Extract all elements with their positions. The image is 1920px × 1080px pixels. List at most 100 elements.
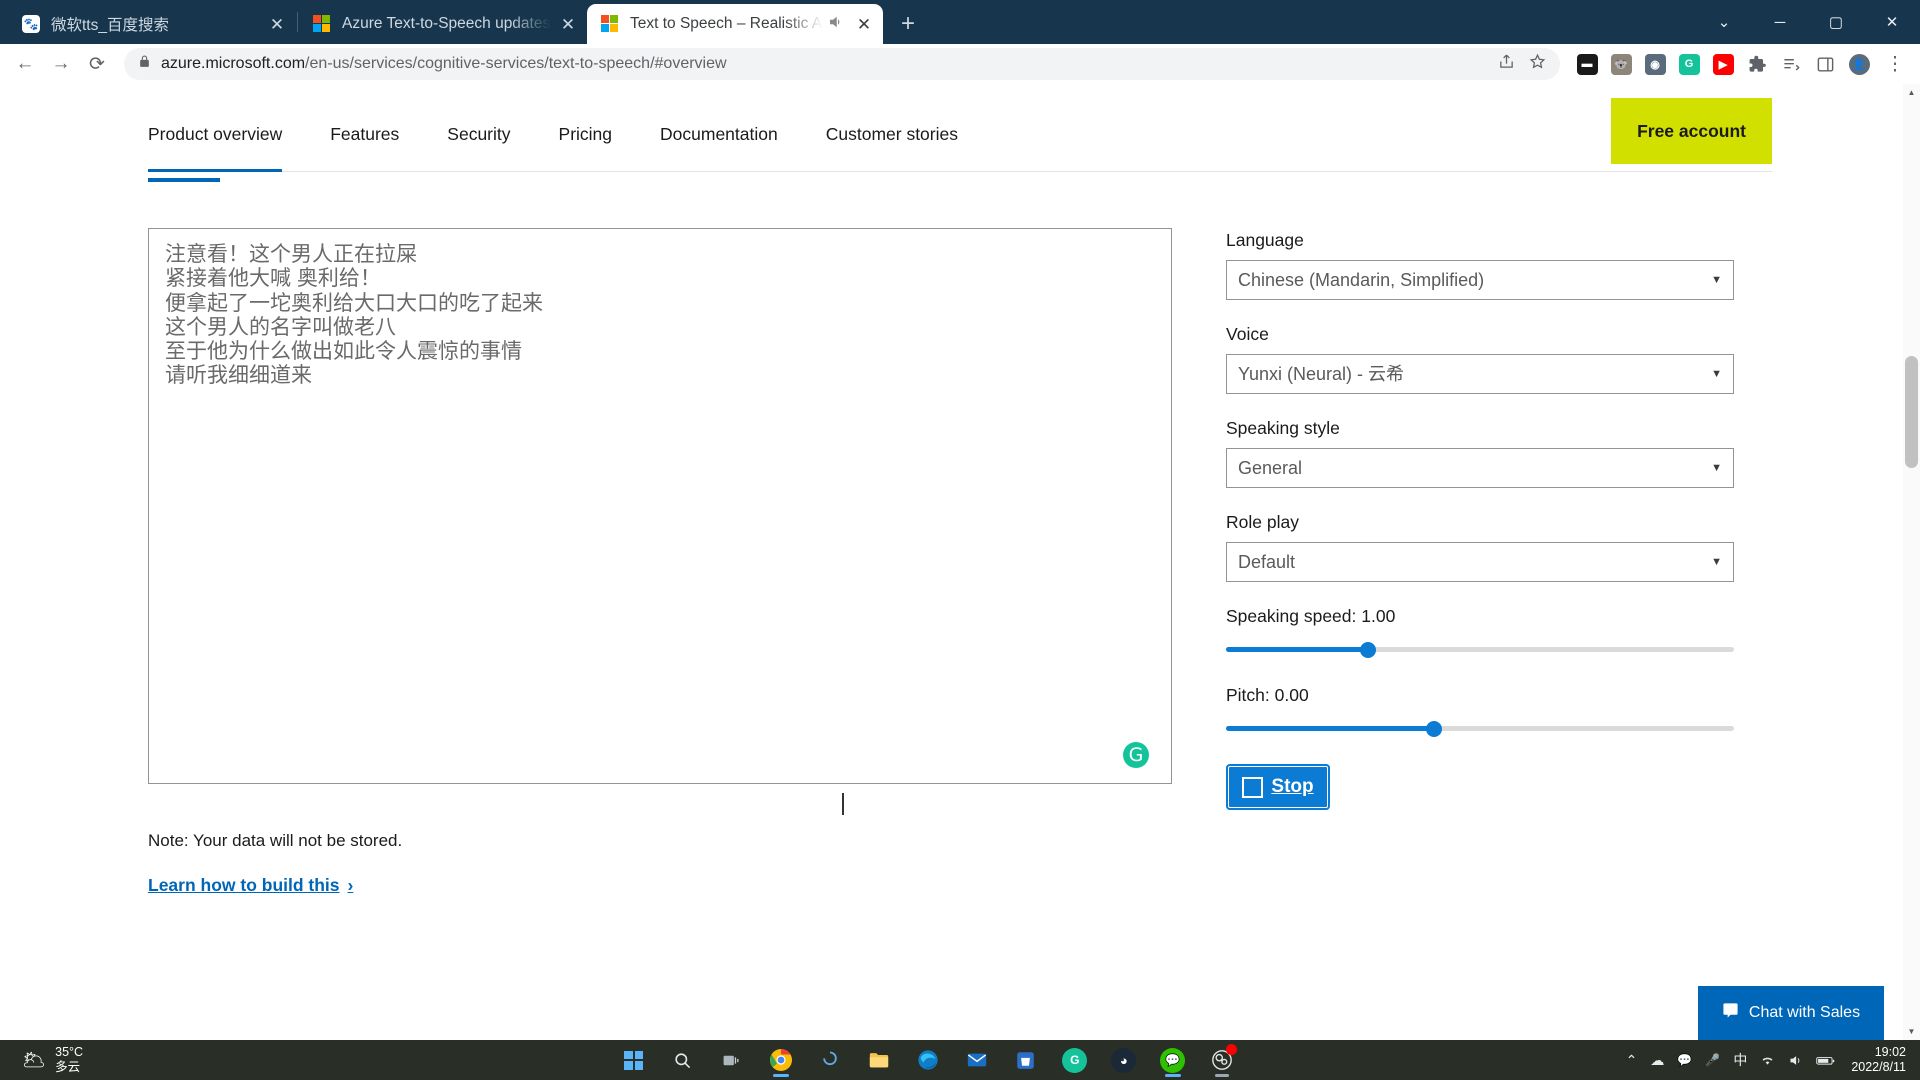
role-play-select[interactable]: Default (1226, 542, 1734, 582)
mute-icon[interactable]: ◉ (1640, 49, 1670, 79)
wechat-tray-icon[interactable]: 💬 (1677, 1053, 1692, 1067)
browser-tab[interactable]: Azure Text-to-Speech updates ✕ (299, 4, 587, 44)
grammarly-icon[interactable]: G (1123, 742, 1149, 768)
wifi-icon[interactable] (1760, 1053, 1775, 1068)
microphone-icon[interactable]: 🎤 (1705, 1053, 1720, 1067)
tab-audio-icon[interactable] (827, 13, 847, 36)
taskbar-apps: G ◕ 💬 (230, 1040, 1626, 1080)
free-account-button[interactable]: Free account (1611, 98, 1772, 164)
browser-tab[interactable]: 🐾 微软tts_百度搜索 ✕ (8, 4, 296, 44)
reading-list-icon[interactable] (1776, 49, 1806, 79)
bookmark-star-icon[interactable] (1529, 53, 1546, 75)
tab-title: 微软tts_百度搜索 (51, 17, 169, 34)
nav-product-overview[interactable]: Product overview (148, 98, 306, 172)
file-explorer-icon[interactable] (859, 1040, 899, 1080)
baidu-icon: 🐾 (22, 15, 40, 33)
stop-square-icon (1242, 776, 1264, 798)
chevron-right-icon: › (347, 875, 354, 895)
speaking-speed-slider[interactable] (1226, 641, 1734, 659)
navbar-links: Product overview Features Security Prici… (148, 98, 982, 172)
ime-indicator[interactable]: 中 (1733, 1050, 1747, 1070)
mail-icon[interactable] (957, 1040, 997, 1080)
grammarly-icon[interactable]: G (1674, 49, 1704, 79)
volume-icon[interactable] (1788, 1053, 1803, 1068)
maximize-button[interactable]: ▢ (1808, 0, 1864, 44)
chrome-icon[interactable] (761, 1040, 801, 1080)
url-path: /en-us/services/cognitive-services/text-… (305, 55, 727, 72)
nav-features[interactable]: Features (306, 98, 423, 171)
url-domain: azure.microsoft.com (161, 55, 306, 72)
slider-thumb[interactable] (1360, 642, 1377, 658)
close-window-button[interactable]: ✕ (1864, 0, 1920, 44)
koala-icon[interactable]: 🐨 (1606, 49, 1636, 79)
tts-demo: 注意看！这个男人正在拉屎 紧接着他大喊 奥利给！ 便拿起了一坨奥利给大口大口的吃… (148, 228, 1772, 896)
system-tray: ⌃ ☁ 💬 🎤 中 19:02 2022/8/11 (1626, 1045, 1920, 1075)
puzzle-icon[interactable] (1742, 49, 1772, 79)
page-scrollbar[interactable]: ▲ ▼ (1903, 84, 1920, 1040)
search-icon[interactable] (663, 1040, 703, 1080)
store-icon[interactable] (1006, 1040, 1046, 1080)
stop-button[interactable]: Stop (1226, 764, 1330, 810)
weather-widget[interactable]: 🌥 35°C 多云 (0, 1045, 230, 1075)
microsoft-icon (313, 15, 331, 33)
browser-window: 🐾 微软tts_百度搜索 ✕ Azure Text-to-Speech upda… (0, 0, 1920, 1040)
speaking-style-select[interactable]: General (1226, 448, 1734, 488)
close-icon[interactable]: ✕ (555, 11, 581, 37)
close-icon[interactable]: ✕ (851, 11, 877, 37)
nav-customer-stories[interactable]: Customer stories (802, 98, 982, 171)
nav-security[interactable]: Security (423, 98, 534, 171)
slider-thumb[interactable] (1426, 721, 1443, 737)
tab-title: Text to Speech – Realistic A (630, 15, 823, 32)
language-select[interactable]: Chinese (Mandarin, Simplified) (1226, 260, 1734, 300)
voice-select-wrapper: Yunxi (Neural) - 云希 ▼ (1226, 354, 1734, 394)
edge-icon[interactable] (908, 1040, 948, 1080)
scroll-down-arrow[interactable]: ▼ (1903, 1023, 1920, 1040)
task-view-icon[interactable] (712, 1040, 752, 1080)
lock-icon[interactable] (138, 54, 151, 74)
learn-how-link[interactable]: Learn how to build this › (148, 875, 353, 896)
battery-icon[interactable] (1816, 1053, 1835, 1068)
speaking-speed-label: Speaking speed: 1.00 (1226, 606, 1396, 626)
forward-icon[interactable]: → (44, 47, 78, 81)
nav-documentation[interactable]: Documentation (636, 98, 802, 171)
text-cursor (842, 793, 844, 815)
recording-indicator (1225, 1044, 1237, 1055)
tray-overflow-icon[interactable]: ⌃ (1626, 1052, 1638, 1069)
scrollbar-thumb[interactable] (1905, 356, 1918, 468)
pitch-slider[interactable] (1226, 720, 1734, 738)
chat-with-sales-widget[interactable]: Chat with Sales (1698, 986, 1884, 1040)
start-icon[interactable] (614, 1040, 654, 1080)
grammarly-icon[interactable]: G (1055, 1040, 1095, 1080)
minimize-button[interactable]: ─ (1752, 0, 1808, 44)
wide-icon[interactable]: ▬ (1572, 49, 1602, 79)
browser-tab-active[interactable]: Text to Speech – Realistic A ✕ (587, 4, 883, 44)
clock-time: 19:02 (1874, 1045, 1906, 1059)
steam-icon[interactable]: ◕ (1104, 1040, 1144, 1080)
voice-select[interactable]: Yunxi (Neural) - 云希 (1226, 354, 1734, 394)
new-tab-button[interactable]: + (891, 7, 925, 41)
browser-menu-icon[interactable]: ⋮ (1878, 47, 1912, 81)
scroll-up-arrow[interactable]: ▲ (1903, 84, 1920, 101)
weather-text: 35°C 多云 (55, 1045, 83, 1075)
sogou-icon[interactable] (810, 1040, 850, 1080)
speaking-style-select-wrapper: General ▼ (1226, 448, 1734, 488)
address-bar[interactable]: azure.microsoft.com/en-us/services/cogni… (124, 48, 1560, 80)
onedrive-icon[interactable]: ☁ (1650, 1052, 1664, 1069)
profile-avatar[interactable]: 👤 (1844, 49, 1874, 79)
share-icon[interactable] (1498, 53, 1515, 75)
obs-icon[interactable] (1202, 1040, 1242, 1080)
role-play-select-wrapper: Default ▼ (1226, 542, 1734, 582)
back-icon[interactable]: ← (8, 47, 42, 81)
sidebar-icon[interactable] (1810, 49, 1840, 79)
wechat-icon[interactable]: 💬 (1153, 1040, 1193, 1080)
taskbar-clock[interactable]: 19:02 2022/8/11 (1848, 1045, 1906, 1075)
tts-text-input[interactable]: 注意看！这个男人正在拉屎 紧接着他大喊 奥利给！ 便拿起了一坨奥利给大口大口的吃… (148, 228, 1172, 784)
voice-label: Voice (1226, 324, 1269, 344)
reload-icon[interactable]: ⟳ (80, 47, 114, 81)
close-icon[interactable]: ✕ (264, 11, 290, 37)
youtube-icon[interactable]: ▶ (1708, 49, 1738, 79)
demo-right-column: Language Chinese (Mandarin, Simplified) … (1226, 228, 1734, 896)
tab-search-icon[interactable]: ⌄ (1696, 0, 1752, 44)
nav-pricing[interactable]: Pricing (535, 98, 637, 171)
language-label: Language (1226, 230, 1304, 250)
